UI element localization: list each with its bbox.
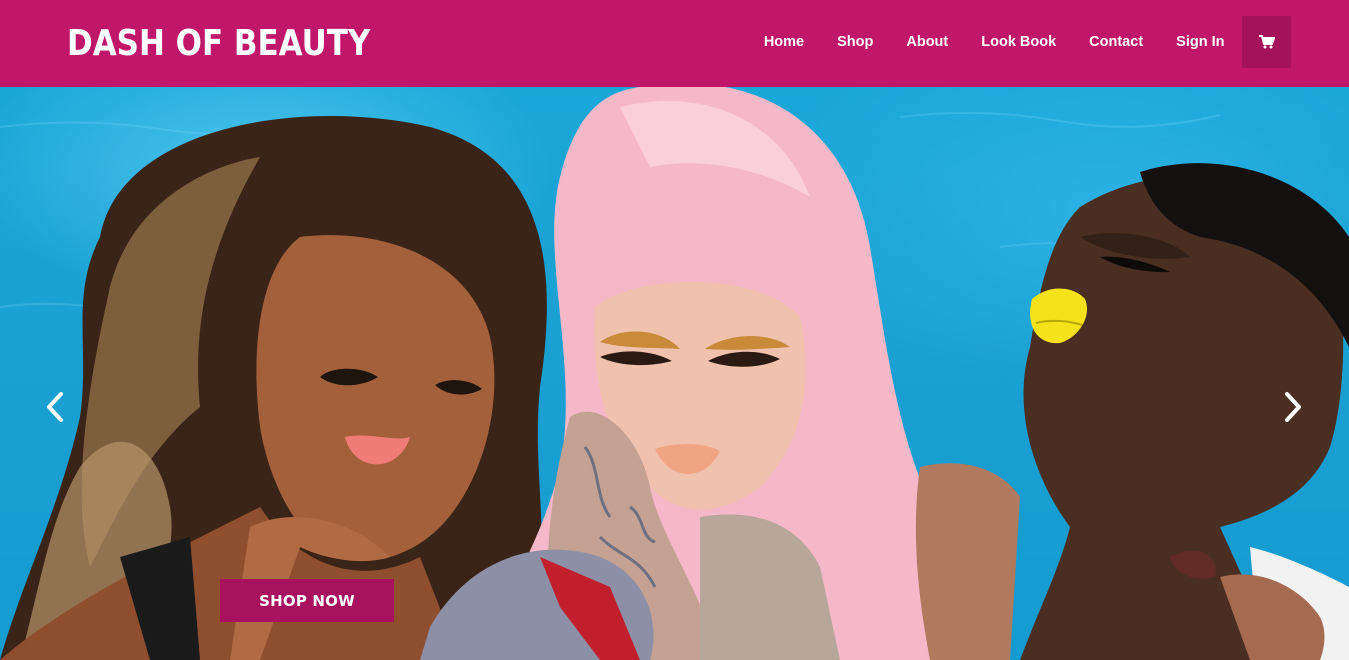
cart-button[interactable] [1242, 16, 1291, 68]
nav-signin-link[interactable]: Sign In [1160, 16, 1241, 68]
hero-photo [0, 87, 1349, 660]
main-nav: Home Shop About Look Book Contact Sign I… [747, 16, 1291, 68]
nav-about-link[interactable]: About [890, 16, 965, 68]
shopping-cart-icon [1258, 35, 1275, 49]
chevron-left-icon [47, 392, 63, 422]
nav-contact-link[interactable]: Contact [1073, 16, 1160, 68]
brand-logo[interactable]: DASH OF BEAUTY [67, 22, 370, 66]
nav-shop-link[interactable]: Shop [821, 16, 890, 68]
chevron-right-icon [1285, 392, 1301, 422]
nav-lookbook-link[interactable]: Look Book [965, 16, 1073, 68]
hero-carousel: SHOP NOW [0, 87, 1349, 660]
carousel-prev-button[interactable] [40, 387, 70, 427]
carousel-next-button[interactable] [1278, 387, 1308, 427]
site-header: DASH OF BEAUTY Home Shop About Look Book… [0, 0, 1349, 87]
nav-home-link[interactable]: Home [747, 16, 820, 68]
shop-now-button[interactable]: SHOP NOW [220, 579, 394, 622]
